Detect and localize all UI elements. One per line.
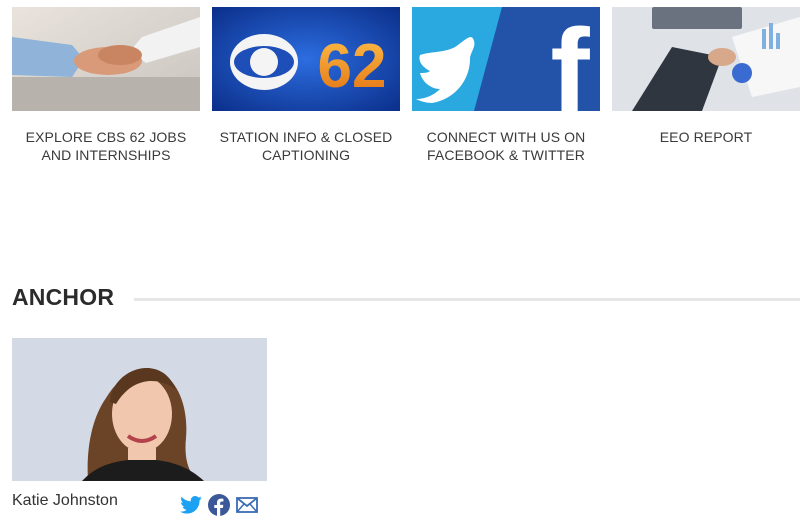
tile-caption[interactable]: STATION INFO & CLOSED CAPTIONING (212, 128, 400, 164)
tile-caption[interactable]: CONNECT WITH US ON FACEBOOK & TWITTER (412, 128, 600, 164)
anchor-photo[interactable] (12, 338, 267, 481)
twitter-icon[interactable] (180, 496, 202, 519)
section-title: ANCHOR (12, 284, 115, 310)
anchor-name[interactable]: Katie Johnston (12, 492, 118, 510)
anchor-card: Katie Johnston (12, 338, 267, 516)
tile-caption[interactable]: EEO REPORT (612, 128, 800, 146)
handshake-image[interactable] (12, 7, 200, 111)
tile-eeo-report[interactable]: EEO REPORT (612, 7, 800, 146)
business-report-image[interactable] (612, 7, 800, 111)
tile-jobs[interactable]: EXPLORE CBS 62 JOBS AND INTERNSHIPS (12, 7, 200, 164)
section-divider (134, 298, 800, 301)
social-logos-image[interactable]: f (412, 7, 600, 111)
promo-tiles: EXPLORE CBS 62 JOBS AND INTERNSHIPS 62 S… (12, 7, 800, 177)
tile-station-info[interactable]: 62 STATION INFO & CLOSED CAPTIONING (212, 7, 400, 164)
cbs-number: 62 (318, 32, 387, 101)
facebook-icon[interactable] (208, 494, 230, 521)
tile-caption[interactable]: EXPLORE CBS 62 JOBS AND INTERNSHIPS (12, 128, 200, 164)
facebook-f-glyph: f (550, 7, 590, 111)
anchor-social-links (180, 494, 258, 521)
email-icon[interactable] (236, 497, 258, 518)
cbs62-logo-image[interactable]: 62 (212, 7, 400, 111)
tile-social[interactable]: f CONNECT WITH US ON FACEBOOK & TWITTER (412, 7, 600, 164)
